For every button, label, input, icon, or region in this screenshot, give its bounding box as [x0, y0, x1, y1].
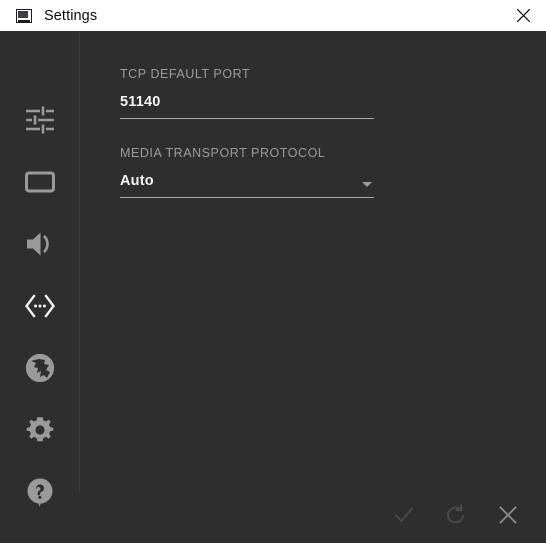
field-label: TCP DEFAULT PORT [120, 67, 251, 81]
monitor-icon [23, 165, 57, 199]
close-icon [516, 8, 531, 23]
field-value: 51140 [120, 94, 161, 110]
close-icon [497, 504, 519, 526]
sidebar-item-general[interactable] [0, 89, 80, 151]
globe-icon [23, 351, 57, 385]
sidebar-item-display[interactable] [0, 151, 80, 213]
title-bar: Settings [0, 0, 546, 31]
footer-toolbar [0, 487, 546, 543]
field-label: MEDIA TRANSPORT PROTOCOL [120, 146, 326, 160]
titlebar-close-button[interactable] [500, 0, 546, 31]
refresh-icon [445, 504, 467, 526]
window-title: Settings [44, 7, 98, 24]
speaker-icon [23, 227, 57, 261]
sidebar-item-audio[interactable] [0, 213, 80, 275]
sliders-icon [23, 103, 57, 137]
sidebar-item-language[interactable] [0, 337, 80, 399]
gear-icon [23, 413, 57, 447]
close-button[interactable] [482, 492, 534, 538]
check-icon [393, 504, 415, 526]
help-icon [23, 475, 57, 509]
chevron-down-icon [362, 182, 372, 187]
settings-window: Settings TCP DEFAULT PORT 51140 MEDIA TR… [0, 0, 546, 543]
sidebar-item-network[interactable] [0, 275, 80, 337]
field-value: Auto [120, 173, 154, 189]
field-media-transport-protocol: MEDIA TRANSPORT PROTOCOL Auto [120, 146, 374, 198]
sidebar-item-advanced[interactable] [0, 399, 80, 461]
sidebar-item-help[interactable] [0, 461, 80, 523]
tcp-port-input[interactable]: 51140 [120, 94, 374, 119]
field-tcp-default-port: TCP DEFAULT PORT 51140 [120, 67, 374, 119]
sidebar [0, 31, 80, 507]
reset-button[interactable] [430, 492, 482, 538]
settings-panel: TCP DEFAULT PORT 51140 MEDIA TRANSPORT P… [80, 31, 546, 487]
apply-button[interactable] [378, 492, 430, 538]
code-brackets-icon [23, 289, 57, 323]
monitor-icon [16, 8, 32, 23]
window-body: TCP DEFAULT PORT 51140 MEDIA TRANSPORT P… [0, 31, 546, 507]
media-transport-protocol-select[interactable]: Auto [120, 173, 374, 198]
